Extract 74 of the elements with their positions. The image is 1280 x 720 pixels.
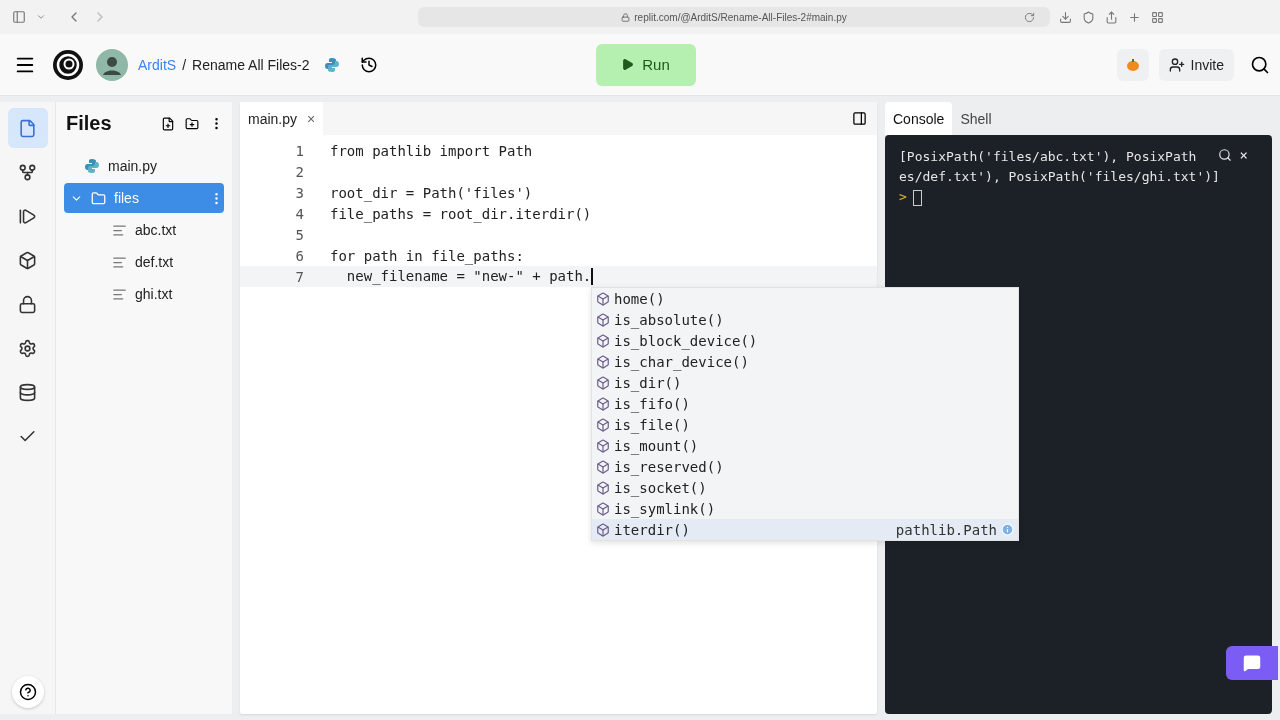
method-icon bbox=[596, 438, 610, 453]
method-icon bbox=[596, 312, 610, 327]
branch-icon bbox=[18, 162, 37, 182]
pumpkin-icon bbox=[1125, 57, 1140, 72]
code-line: 1 from pathlib import Path bbox=[294, 141, 534, 161]
text-file-icon bbox=[112, 286, 127, 302]
chat-icon bbox=[1243, 654, 1261, 672]
console-tab[interactable]: Console bbox=[885, 102, 953, 135]
method-icon bbox=[596, 396, 610, 411]
step-forward-icon bbox=[18, 206, 37, 226]
close-search-button[interactable]: × bbox=[1239, 145, 1248, 165]
code-line: 5 bbox=[294, 225, 305, 245]
method-icon bbox=[596, 522, 610, 537]
address-bar[interactable]: replit.com/@ArditS/Rename-All-Files-2#main.py bbox=[418, 7, 1050, 27]
search-icon[interactable] bbox=[1217, 148, 1232, 162]
question-icon bbox=[18, 683, 37, 701]
code-line: 3 root_dir = Path('files') bbox=[294, 183, 534, 203]
method-icon bbox=[596, 417, 610, 432]
help-button[interactable] bbox=[11, 676, 44, 708]
play-icon bbox=[621, 58, 635, 71]
method-icon bbox=[596, 333, 610, 348]
user-link[interactable]: ArditS bbox=[138, 56, 177, 73]
share-icon[interactable] bbox=[1105, 10, 1118, 24]
tabs-overview-icon[interactable] bbox=[1151, 10, 1164, 24]
invite-button[interactable]: Invite bbox=[1158, 48, 1234, 81]
method-icon bbox=[596, 480, 610, 495]
file-tree-item[interactable]: abc.txt bbox=[64, 215, 224, 245]
new-tab-icon[interactable] bbox=[1128, 10, 1141, 24]
search-icon[interactable] bbox=[1250, 54, 1270, 75]
method-icon bbox=[596, 459, 610, 474]
console-tab[interactable]: Shell bbox=[952, 102, 1000, 135]
new-file-icon[interactable] bbox=[161, 116, 175, 131]
method-icon bbox=[596, 354, 610, 369]
method-icon bbox=[596, 291, 610, 306]
suggestion-item[interactable]: iterdir() pathlib.Path bbox=[592, 519, 1018, 540]
run-button[interactable]: Run bbox=[595, 43, 696, 86]
download-icon[interactable] bbox=[1059, 10, 1072, 24]
lock-icon bbox=[18, 294, 37, 314]
file-tree-item[interactable]: main.py bbox=[64, 151, 224, 181]
file-icon bbox=[18, 118, 37, 138]
python-icon bbox=[323, 56, 340, 73]
text-file-icon bbox=[112, 222, 127, 238]
prompt-sign: > bbox=[899, 189, 907, 204]
project-title[interactable]: Rename All Files-2 bbox=[192, 56, 310, 73]
chat-button[interactable] bbox=[1226, 646, 1278, 680]
reload-icon[interactable] bbox=[1024, 11, 1035, 23]
code-line: 6 for path in file_paths: bbox=[294, 246, 525, 266]
text-file-icon bbox=[112, 254, 127, 270]
panel-icon[interactable] bbox=[852, 111, 867, 126]
cube-icon bbox=[18, 250, 37, 270]
method-icon bbox=[596, 375, 610, 390]
close-tab-button[interactable]: × bbox=[307, 110, 316, 127]
code-line: 2 bbox=[294, 162, 305, 182]
add-user-icon bbox=[1168, 56, 1185, 73]
method-icon bbox=[596, 501, 610, 516]
breadcrumb-separator: / bbox=[182, 56, 186, 73]
database-icon bbox=[18, 382, 37, 402]
text-cursor bbox=[591, 268, 594, 286]
sidebar-toggle-icon[interactable] bbox=[12, 10, 26, 24]
files-tool-button[interactable] bbox=[7, 108, 48, 148]
shield-icon[interactable] bbox=[1082, 10, 1095, 24]
new-folder-icon[interactable] bbox=[185, 116, 199, 131]
panel-title: Files bbox=[66, 112, 113, 135]
file-tree-item[interactable]: ghi.txt bbox=[64, 279, 224, 309]
code-line: 4 file_paths = root_dir.iterdir() bbox=[294, 204, 593, 224]
folder-icon bbox=[91, 190, 106, 206]
settings-icon bbox=[18, 338, 37, 358]
python-icon bbox=[84, 158, 100, 174]
file-tree-item[interactable]: def.txt bbox=[64, 247, 224, 277]
input-cursor[interactable] bbox=[912, 189, 922, 206]
avatar[interactable] bbox=[96, 48, 128, 81]
history-icon[interactable] bbox=[359, 55, 378, 74]
file-tab[interactable]: main.py × bbox=[240, 102, 324, 135]
logo-icon[interactable] bbox=[52, 48, 84, 81]
